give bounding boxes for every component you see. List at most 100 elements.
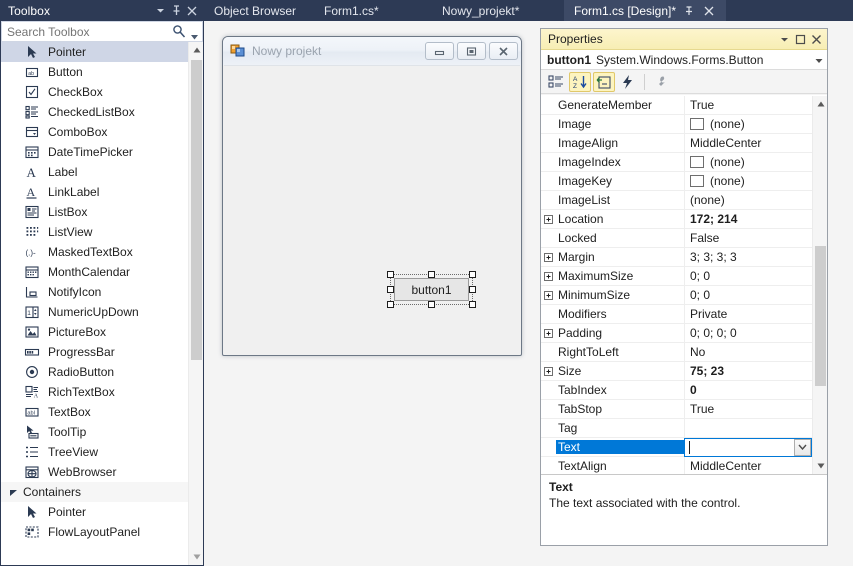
properties-object-selector[interactable]: button1 System.Windows.Forms.Button — [541, 50, 827, 70]
form-maximize-button[interactable] — [457, 42, 486, 60]
expand-plus-icon[interactable] — [541, 286, 556, 305]
property-value[interactable]: (none) — [684, 152, 812, 172]
properties-scrollbar[interactable] — [812, 96, 827, 474]
properties-scroll-down-icon[interactable] — [813, 458, 827, 474]
properties-scroll-up-icon[interactable] — [813, 96, 827, 112]
property-value[interactable]: No — [684, 342, 812, 362]
property-value[interactable]: (none) — [684, 114, 812, 134]
property-value[interactable]: False — [684, 228, 812, 248]
property-row[interactable]: TextAlign MiddleCenter — [541, 456, 812, 474]
property-value[interactable]: 3; 3; 3; 3 — [684, 247, 812, 267]
toolbox-item-richtextbox[interactable]: A RichTextBox — [1, 382, 188, 402]
property-value-editor[interactable] — [684, 437, 812, 457]
property-row[interactable]: Location 172; 214 — [541, 209, 812, 229]
toolbox-scrollbar[interactable] — [188, 42, 203, 565]
object-chevron-down-icon[interactable] — [815, 53, 823, 67]
properties-button[interactable] — [593, 71, 615, 92]
property-row[interactable]: Margin 3; 3; 3; 3 — [541, 247, 812, 267]
resize-handle-se[interactable] — [469, 301, 476, 308]
property-row[interactable]: Locked False — [541, 228, 812, 248]
property-row[interactable]: Image (none) — [541, 114, 812, 134]
property-row[interactable]: ImageIndex (none) — [541, 152, 812, 172]
scroll-up-icon[interactable] — [189, 42, 203, 58]
toolbox-item-linklabel[interactable]: A LinkLabel — [1, 182, 188, 202]
scrollbar-thumb[interactable] — [191, 60, 202, 360]
tab-object-browser[interactable]: Object Browser — [204, 0, 306, 21]
design-form-client-area[interactable]: button1 — [224, 65, 520, 354]
expand-plus-icon[interactable] — [541, 210, 556, 229]
events-button[interactable] — [617, 72, 639, 92]
toolbox-item-notifyicon[interactable]: NotifyIcon — [1, 282, 188, 302]
expand-plus-icon[interactable] — [541, 324, 556, 343]
property-value[interactable]: Private — [684, 304, 812, 324]
toolbox-group-item-pointer[interactable]: Pointer — [1, 502, 188, 522]
toolbox-item-listbox[interactable]: ListBox — [1, 202, 188, 222]
resize-handle-e[interactable] — [469, 286, 476, 293]
property-value[interactable]: (none) — [684, 190, 812, 210]
property-value[interactable]: True — [684, 96, 812, 115]
tab-close-icon[interactable] — [702, 4, 716, 18]
property-row[interactable]: ImageKey (none) — [541, 171, 812, 191]
toolbox-pin-icon[interactable] — [168, 2, 184, 19]
properties-close-icon[interactable] — [808, 31, 824, 48]
value-chevron-down-icon[interactable] — [794, 438, 811, 456]
property-row[interactable]: Padding 0; 0; 0; 0 — [541, 323, 812, 343]
property-row[interactable]: ImageAlign MiddleCenter — [541, 133, 812, 153]
design-button-button1[interactable]: button1 — [394, 278, 469, 301]
search-input[interactable] — [2, 23, 152, 40]
toolbox-item-datetimepicker[interactable]: DateTimePicker — [1, 142, 188, 162]
property-value[interactable]: 75; 23 — [684, 361, 812, 381]
resize-handle-w[interactable] — [387, 286, 394, 293]
toolbox-item-maskedtextbox[interactable]: (.)- MaskedTextBox — [1, 242, 188, 262]
toolbox-item-textbox[interactable]: abl TextBox — [1, 402, 188, 422]
properties-grid[interactable]: GenerateMember True Image (none) ImageAlign M… — [541, 96, 812, 474]
toolbox-dropdown-icon[interactable] — [152, 2, 168, 19]
property-row[interactable]: MaximumSize 0; 0 — [541, 266, 812, 286]
expand-plus-icon[interactable] — [541, 362, 556, 381]
design-form-window[interactable]: Nowy projekt button1 — [222, 36, 522, 356]
property-row[interactable]: ImageList (none) — [541, 190, 812, 210]
property-row[interactable]: Text — [541, 437, 812, 457]
property-row[interactable]: GenerateMember True — [541, 96, 812, 115]
toolbox-item-treeview[interactable]: TreeView — [1, 442, 188, 462]
toolbox-search-box[interactable] — [1, 21, 203, 42]
property-row[interactable]: TabStop True — [541, 399, 812, 419]
properties-maximize-icon[interactable] — [792, 31, 808, 48]
toolbox-item-webbrowser[interactable]: WebBrowser — [1, 462, 188, 482]
property-value[interactable]: (none) — [684, 171, 812, 191]
expand-plus-icon[interactable] — [541, 248, 556, 267]
toolbox-item-monthcalendar[interactable]: MonthCalendar — [1, 262, 188, 282]
scroll-down-icon[interactable] — [189, 549, 203, 565]
search-options-chevron-down-icon[interactable] — [191, 29, 198, 43]
resize-handle-nw[interactable] — [387, 271, 394, 278]
property-value[interactable]: 0; 0 — [684, 266, 812, 286]
property-pages-button[interactable] — [650, 72, 672, 92]
properties-dropdown-icon[interactable] — [776, 31, 792, 48]
resize-handle-sw[interactable] — [387, 301, 394, 308]
design-form-titlebar[interactable]: Nowy projekt — [223, 37, 521, 65]
property-row[interactable]: TabIndex 0 — [541, 380, 812, 400]
resize-handle-ne[interactable] — [469, 271, 476, 278]
property-value[interactable]: 0 — [684, 380, 812, 400]
property-value[interactable] — [684, 418, 812, 438]
toolbox-item-button[interactable]: ab Button — [1, 62, 188, 82]
resize-handle-n[interactable] — [428, 271, 435, 278]
tab-nowy-projekt[interactable]: Nowy_projekt* — [432, 0, 529, 21]
property-value[interactable]: 0; 0 — [684, 285, 812, 305]
toolbox-item-combobox[interactable]: ComboBox — [1, 122, 188, 142]
property-row[interactable]: Modifiers Private — [541, 304, 812, 324]
property-row[interactable]: MinimumSize 0; 0 — [541, 285, 812, 305]
property-value[interactable]: MiddleCenter — [684, 133, 812, 153]
property-value[interactable]: 0; 0; 0; 0 — [684, 323, 812, 343]
toolbox-item-checkedlistbox[interactable]: CheckedListBox — [1, 102, 188, 122]
toolbox-close-icon[interactable] — [184, 2, 200, 19]
toolbox-item-label[interactable]: A Label — [1, 162, 188, 182]
form-close-button[interactable] — [489, 42, 518, 60]
property-row[interactable]: Size 75; 23 — [541, 361, 812, 381]
toolbox-group-containers[interactable]: Containers — [1, 482, 188, 502]
toolbox-item-radiobutton[interactable]: RadioButton — [1, 362, 188, 382]
property-value[interactable]: MiddleCenter — [684, 456, 812, 474]
tab-form1-cs-design[interactable]: Form1.cs [Design]* — [564, 0, 727, 21]
toolbox-item-tooltip[interactable]: ToolTip — [1, 422, 188, 442]
property-row[interactable]: Tag — [541, 418, 812, 438]
